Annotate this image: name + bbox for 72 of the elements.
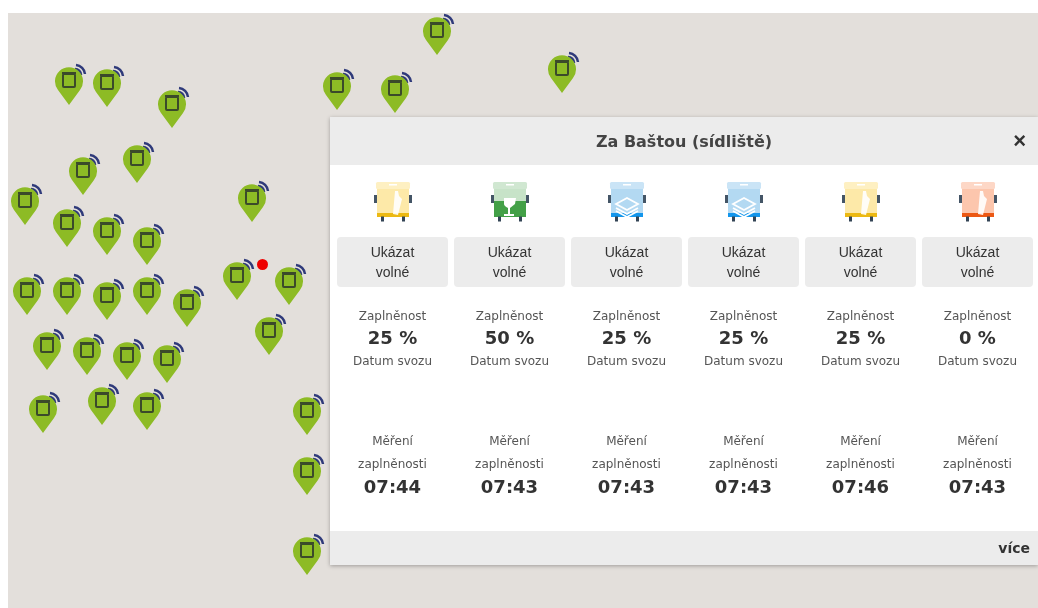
close-button[interactable]: ×	[1009, 129, 1030, 153]
bin-marker-icon[interactable]	[131, 222, 165, 266]
bin-marker-icon[interactable]	[53, 62, 87, 106]
bin-marker-icon[interactable]	[131, 272, 165, 316]
bin-marker-icon[interactable]	[131, 387, 165, 431]
bin-marker-icon[interactable]	[171, 284, 205, 328]
measurement-time: 07:43	[480, 476, 539, 497]
show-free-button[interactable]: Ukázat volné	[337, 237, 448, 287]
show-free-button[interactable]: Ukázat volné	[454, 237, 565, 287]
measurement-label: Měření zaplněnosti	[825, 433, 896, 473]
bin-marker-icon[interactable]	[236, 179, 270, 223]
measurement-label: Měření zaplněnosti	[708, 433, 779, 473]
bin-marker-icon[interactable]	[253, 312, 287, 356]
measurement-label: Měření zaplněnosti	[474, 433, 545, 473]
measurement-time: 07:43	[714, 476, 773, 497]
measurement-label: Měření zaplněnosti	[942, 433, 1013, 473]
fill-label: Zaplněnost	[943, 308, 1012, 325]
pickup-date-label: Datum svozu	[821, 354, 900, 368]
fill-label: Zaplněnost	[358, 308, 427, 325]
bin-marker-icon[interactable]	[86, 382, 120, 426]
bin-marker-icon[interactable]	[91, 277, 125, 321]
fill-value: 25 %	[718, 327, 769, 348]
bin-marker-icon[interactable]	[91, 212, 125, 256]
pickup-date-label: Datum svozu	[587, 354, 666, 368]
bin-marker-icon[interactable]	[9, 182, 43, 226]
bin-marker-icon[interactable]	[421, 12, 455, 56]
show-free-button[interactable]: Ukázat volné	[805, 237, 916, 287]
show-free-button[interactable]: Ukázat volné	[922, 237, 1033, 287]
measurement-time: 07:43	[597, 476, 656, 497]
measurement-time: 07:46	[831, 476, 890, 497]
pickup-date-label: Datum svozu	[353, 354, 432, 368]
bin-marker-icon[interactable]	[379, 70, 413, 114]
popup-title: Za Baštou (sídliště)	[595, 131, 773, 151]
fill-value: 50 %	[484, 327, 535, 348]
bin-marker-icon[interactable]	[156, 85, 190, 129]
bin-marker-icon[interactable]	[31, 327, 65, 371]
pickup-date-label: Datum svozu	[704, 354, 783, 368]
measurement-label: Měření zaplněnosti	[591, 433, 662, 473]
measurement-time: 07:44	[363, 476, 422, 497]
fill-label: Zaplněnost	[592, 308, 661, 325]
bin-marker-icon[interactable]	[51, 272, 85, 316]
pickup-date-label: Datum svozu	[470, 354, 549, 368]
bin-marker-icon[interactable]	[51, 204, 85, 248]
bin-marker-icon[interactable]	[121, 140, 155, 184]
bin-marker-icon[interactable]	[321, 67, 355, 111]
bin-marker-icon[interactable]	[27, 390, 61, 434]
fill-value: 25 %	[835, 327, 886, 348]
measurement-time: 07:43	[948, 476, 1007, 497]
fill-value: 25 %	[601, 327, 652, 348]
bin-marker-icon[interactable]	[546, 50, 580, 94]
bin-marker-icon[interactable]	[291, 452, 325, 496]
location-dot	[257, 259, 268, 270]
measurement-label: Měření zaplněnosti	[357, 433, 428, 473]
show-free-button[interactable]: Ukázat volné	[688, 237, 799, 287]
fill-label: Zaplněnost	[826, 308, 895, 325]
bin-marker-icon[interactable]	[291, 392, 325, 436]
fill-label: Zaplněnost	[475, 308, 544, 325]
bin-marker-icon[interactable]	[221, 257, 255, 301]
bin-marker-icon[interactable]	[111, 337, 145, 381]
fill-value: 25 %	[367, 327, 418, 348]
bin-marker-icon[interactable]	[273, 262, 307, 306]
fill-value: 0 %	[959, 327, 996, 348]
bin-marker-icon[interactable]	[291, 532, 325, 576]
bin-marker-icon[interactable]	[91, 64, 125, 108]
bin-marker-icon[interactable]	[71, 332, 105, 376]
bin-marker-icon[interactable]	[151, 340, 185, 384]
fill-label: Zaplněnost	[709, 308, 778, 325]
bin-marker-icon[interactable]	[11, 272, 45, 316]
pickup-date-label: Datum svozu	[938, 354, 1017, 368]
bin-marker-icon[interactable]	[67, 152, 101, 196]
show-free-button[interactable]: Ukázat volné	[571, 237, 682, 287]
more-link[interactable]: více	[998, 540, 1030, 556]
